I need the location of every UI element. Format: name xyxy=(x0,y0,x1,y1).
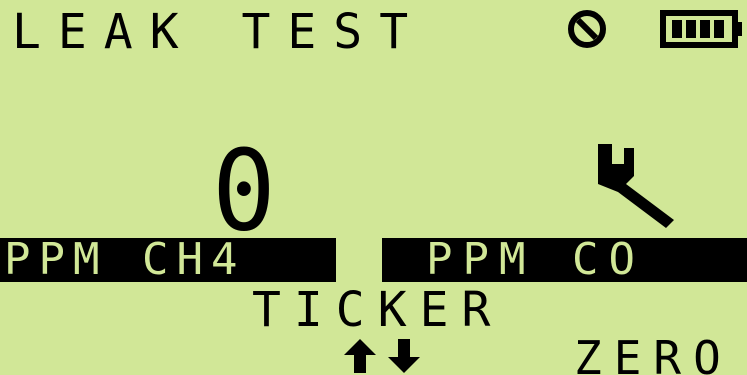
co-unit-bar: PPM CO xyxy=(382,238,747,282)
up-down-arrows-icon[interactable] xyxy=(340,337,424,375)
page-title: LEAK TEST xyxy=(12,4,426,60)
ch4-unit-bar: PPM CH4 xyxy=(0,238,336,282)
no-sensor-icon xyxy=(568,10,606,48)
zero-softkey-label[interactable]: ZERO xyxy=(574,335,733,375)
gas-reading-value: 0 xyxy=(212,126,276,256)
co-unit-label: PPM CO xyxy=(426,234,645,285)
battery-icon xyxy=(660,10,742,48)
lcd-screen: LEAK TEST 0 PPM CH4 PPM CO TICKER ZERO xyxy=(0,0,747,375)
ch4-unit-label: PPM CH4 xyxy=(4,234,246,285)
mode-label: TICKER xyxy=(252,282,504,338)
wrench-icon xyxy=(598,144,674,228)
